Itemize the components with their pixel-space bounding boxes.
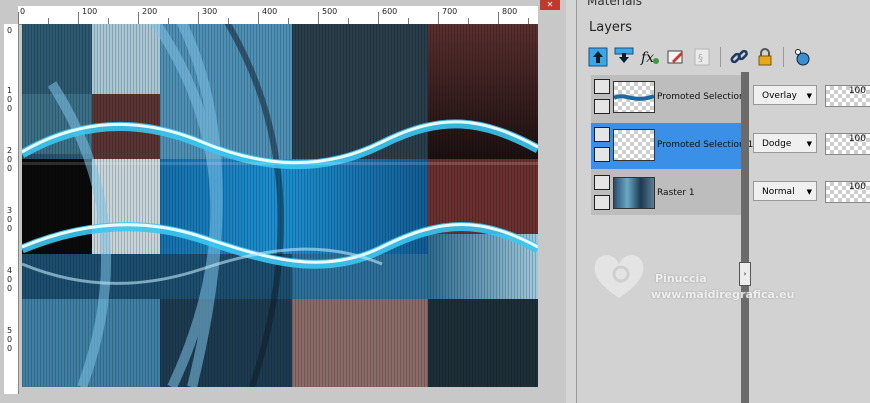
- opacity-value: 100: [848, 86, 866, 96]
- layer-row[interactable]: Promoted Selection: [591, 75, 745, 121]
- opacity-field[interactable]: 100: [825, 85, 870, 107]
- materials-tab[interactable]: Materials: [587, 0, 642, 8]
- watermark-url: www.maidiregrafica.eu: [651, 288, 795, 301]
- image-canvas[interactable]: [22, 24, 538, 387]
- layers-list: Promoted Selection Promoted Selection 1 …: [591, 75, 753, 217]
- blend-mode-select[interactable]: Overlay ▼: [753, 85, 817, 105]
- canvas-panel: ✕ 0 100 200 300 400 500 600 700 800 0 1 …: [0, 0, 566, 403]
- blend-mode-column: Overlay ▼ 100 Dodge ▼ 100 Normal ▼ 100: [751, 75, 870, 225]
- move-layer-down-icon[interactable]: [613, 46, 635, 68]
- layer-type-icon[interactable]: [594, 79, 610, 94]
- layer-name: Promoted Selection: [657, 92, 745, 102]
- edit-layer-icon[interactable]: [665, 46, 687, 68]
- layer-row-selected[interactable]: Promoted Selection 1: [591, 123, 753, 169]
- layer-thumbnail: [613, 129, 655, 161]
- opacity-value: 100: [848, 182, 866, 192]
- horizontal-ruler: 0 100 200 300 400 500 600 700 800: [18, 6, 538, 25]
- chevron-down-icon: ▼: [806, 140, 812, 148]
- lock-icon[interactable]: [754, 46, 776, 68]
- ruler-label: 4 0 0: [7, 266, 13, 293]
- layer-thumbnail: [612, 81, 655, 113]
- chain-link-icon[interactable]: [728, 46, 750, 68]
- eye-icon[interactable]: [594, 147, 610, 162]
- ruler-label: 2 0 0: [7, 146, 13, 173]
- close-icon[interactable]: ✕: [540, 0, 560, 10]
- opacity-field[interactable]: 100: [825, 133, 870, 155]
- chevron-down-icon: ▼: [806, 188, 812, 196]
- blend-mode-value: Overlay: [762, 91, 797, 101]
- blend-row: Dodge ▼ 100: [751, 123, 870, 169]
- blend-mode-select[interactable]: Normal ▼: [753, 181, 817, 201]
- ruler-label: 1 0 0: [7, 86, 13, 113]
- blend-row: Overlay ▼ 100: [751, 75, 870, 121]
- watermark: Pinuccia www.maidiregrafica.eu: [583, 244, 813, 314]
- layers-toolbar: fx §: [587, 44, 813, 70]
- panel-title: Layers: [589, 20, 633, 35]
- ruler-label: 5 0 0: [7, 326, 13, 353]
- svg-text:§: §: [698, 53, 703, 64]
- abstract-artwork: [22, 24, 538, 387]
- layer-type-icon[interactable]: [594, 175, 610, 190]
- svg-text:fx: fx: [640, 50, 654, 66]
- blend-mode-value: Dodge: [762, 139, 792, 149]
- link-icon[interactable]: §: [691, 46, 713, 68]
- toolbar-divider: [720, 47, 721, 67]
- ruler-ticks: [18, 12, 529, 24]
- blend-mode-value: Normal: [762, 187, 795, 197]
- mask-icon[interactable]: [791, 46, 813, 68]
- heart-logo-icon: [594, 255, 644, 298]
- ruler-label: 0: [7, 26, 13, 35]
- blend-row: Normal ▼ 100: [751, 171, 870, 217]
- layer-type-icon[interactable]: [594, 127, 610, 142]
- blend-mode-select[interactable]: Dodge ▼: [753, 133, 817, 153]
- eye-icon[interactable]: [594, 195, 610, 210]
- fx-effects-icon[interactable]: fx: [639, 46, 661, 68]
- toolbar-divider: [783, 47, 784, 67]
- watermark-name: Pinuccia: [655, 272, 707, 285]
- layers-panel: Materials Layers fx § Promoted Selection…: [576, 0, 870, 403]
- chevron-down-icon: ▼: [806, 92, 812, 100]
- eye-icon[interactable]: [594, 99, 610, 114]
- vertical-ruler: 0 1 0 0 2 0 0 3 0 0 4 0 0 5 0 0: [4, 24, 19, 394]
- ruler-label: 3 0 0: [7, 206, 13, 233]
- layer-thumbnail: [613, 177, 655, 209]
- opacity-value: 100: [848, 134, 866, 144]
- move-layer-up-icon[interactable]: [587, 46, 609, 68]
- opacity-field[interactable]: 100: [825, 181, 870, 203]
- layer-name: Raster 1: [657, 188, 695, 198]
- layers-scrollbar[interactable]: [741, 72, 749, 403]
- layer-row[interactable]: Raster 1: [591, 171, 741, 217]
- layer-name: Promoted Selection 1: [657, 140, 754, 150]
